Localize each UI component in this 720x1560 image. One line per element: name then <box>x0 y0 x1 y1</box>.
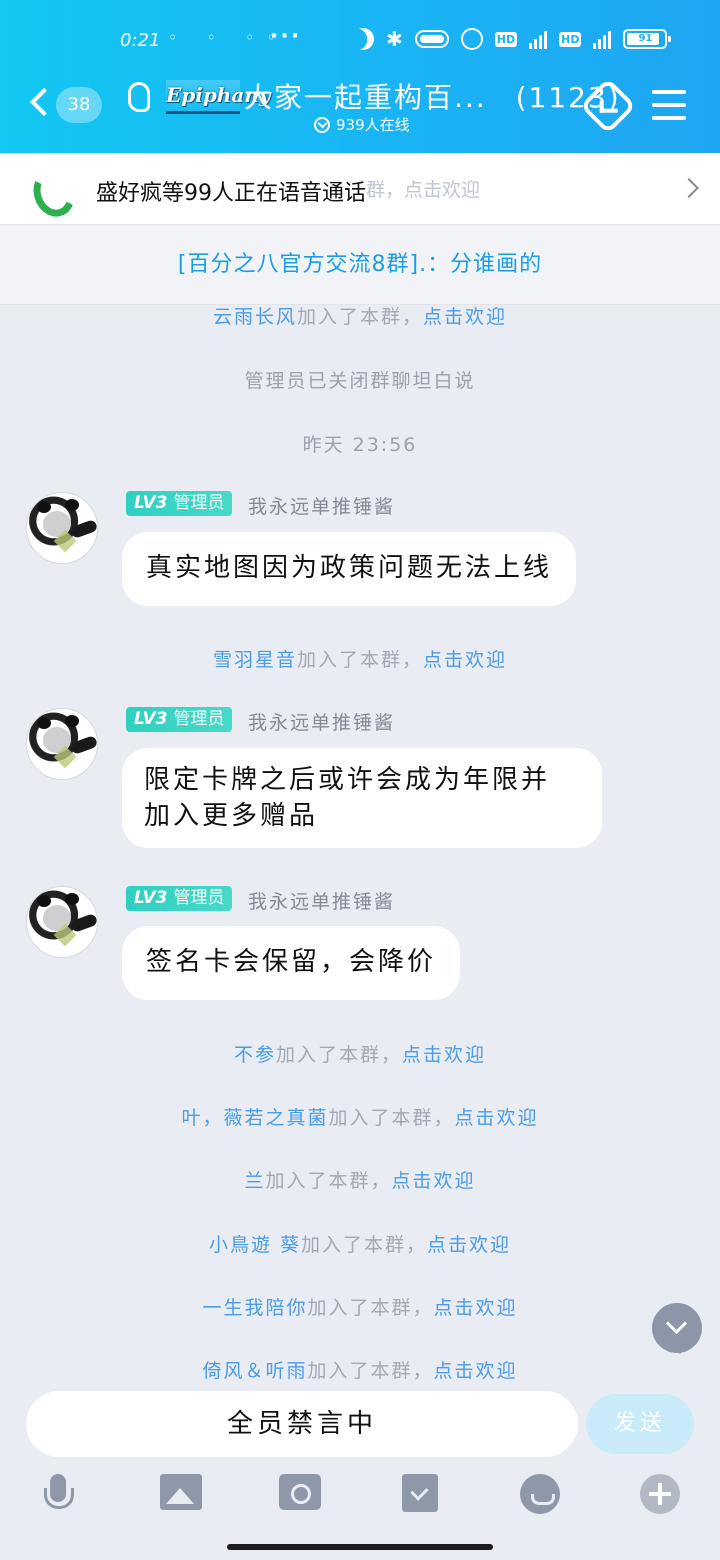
message-bubble[interactable]: 限定卡牌之后或许会成为年限并 加入更多赠品 <box>122 748 602 848</box>
group-title[interactable]: 大家一起重构百... (1123) <box>244 76 621 116</box>
hd-badge: HD <box>559 31 582 47</box>
system-join-notice: 雪羽星音加入了本群，点击欢迎 <box>0 645 720 672</box>
timestamp: 昨天 23:56 <box>302 434 418 456</box>
system-join-notice: 云雨长风加入了本群，点击欢迎 <box>0 302 720 329</box>
unread-count-badge: 38 <box>56 87 102 123</box>
system-join-notice: 倚风＆听雨加入了本群，点击欢迎 <box>0 1356 720 1383</box>
welcome-link[interactable]: 点击欢迎 <box>434 1297 518 1319</box>
voice-call-bar[interactable]: 群，点击欢迎 盛好疯等99人正在语音通话 <box>0 153 720 225</box>
sender-name[interactable]: 我永远单推锤酱 <box>248 887 395 914</box>
level-label: LV3 <box>134 493 168 513</box>
join-action-text: 加入了本群， <box>307 1297 434 1319</box>
chevron-down-icon <box>314 116 330 133</box>
joined-member-name[interactable]: 小鳥遊 葵 <box>209 1234 301 1256</box>
system-join-notice: 叶，薇若之真菌加入了本群，点击欢迎 <box>0 1103 720 1130</box>
battery-level: 91 <box>638 33 653 44</box>
role-label: 管理员 <box>173 888 225 908</box>
bluetooth-icon: ✱ <box>386 27 403 51</box>
signal-icon <box>593 29 612 49</box>
microphone-icon[interactable] <box>42 1474 76 1518</box>
join-action-text: 加入了本群， <box>296 649 423 671</box>
input-toolbar <box>0 1470 720 1520</box>
avatar[interactable] <box>26 708 98 780</box>
status-time: 0:21 <box>120 30 161 51</box>
welcome-link[interactable]: 点击欢迎 <box>455 1107 539 1129</box>
red-packet-icon[interactable] <box>402 1474 438 1512</box>
message-text-line: 加入更多赠品 <box>144 801 319 831</box>
welcome-link[interactable]: 点击欢迎 <box>423 649 507 671</box>
toggle-status-icon <box>414 30 449 48</box>
welcome-link[interactable]: 点击欢迎 <box>423 306 507 328</box>
pinned-text: [百分之八官方交流8群].：分谁画的 <box>177 252 543 277</box>
joined-member-name[interactable]: 一生我陪你 <box>202 1297 307 1319</box>
role-label: 管理员 <box>173 493 225 513</box>
message-input[interactable]: 全员禁言中 <box>26 1391 578 1457</box>
voice-call-text: 盛好疯等99人正在语音通话 <box>96 181 366 206</box>
online-count: 939人在线 <box>336 116 410 134</box>
menu-icon[interactable] <box>652 90 686 120</box>
sender-name[interactable]: 我永远单推锤酱 <box>248 708 395 735</box>
system-join-notice: 一生我陪你加入了本群，点击欢迎 <box>0 1293 720 1320</box>
back-button[interactable]: 38 <box>26 84 106 128</box>
status-bar: 0:21 ◦ ◦ ◦◦ ··· ✱ HD HD 91 <box>0 22 720 62</box>
send-button[interactable]: 发送 <box>586 1394 694 1454</box>
join-action-text: 加入了本群， <box>307 1360 434 1382</box>
joined-member-name[interactable]: 云雨长风 <box>213 306 297 328</box>
pinned-announcement[interactable]: [百分之八官方交流8群].：分谁画的 <box>0 226 720 305</box>
plus-icon[interactable] <box>640 1474 680 1514</box>
do-not-disturb-icon <box>348 24 378 54</box>
call-bar-ghost-text: 群，点击欢迎 <box>366 179 481 201</box>
phone-icon <box>32 169 68 207</box>
role-label: 管理员 <box>173 709 225 729</box>
admin-badge: LV3 管理员 <box>126 886 233 911</box>
signal-icon <box>529 29 548 49</box>
admin-badge: LV3 管理员 <box>126 707 233 732</box>
more-notifications-icon: ··· <box>270 24 302 49</box>
chevron-right-icon <box>679 178 699 198</box>
avatar[interactable] <box>26 886 98 958</box>
back-chevron-icon <box>29 87 59 117</box>
join-action-text: 加入了本群， <box>301 1234 428 1256</box>
sender-name[interactable]: 我永远单推锤酱 <box>248 492 395 519</box>
join-action-text: 加入了本群， <box>296 306 423 328</box>
welcome-link[interactable]: 点击欢迎 <box>392 1170 476 1192</box>
alarm-icon <box>460 28 483 50</box>
message-bubble[interactable]: 真实地图因为政策问题无法上线 <box>122 532 577 606</box>
join-action-text: 加入了本群， <box>328 1107 455 1129</box>
level-label: LV3 <box>134 709 168 729</box>
level-label: LV3 <box>134 888 168 908</box>
earpiece-mode-icon[interactable] <box>128 82 150 112</box>
joined-member-name[interactable]: 不参 <box>234 1044 276 1066</box>
chat-header: 0:21 ◦ ◦ ◦◦ ··· ✱ HD HD 91 38 Epiphany 大… <box>0 0 720 153</box>
group-name: 大家一起重构百... <box>244 81 487 114</box>
join-action-text: 加入了本群， <box>265 1170 392 1192</box>
message-text: 真实地图因为政策问题无法上线 <box>146 553 553 583</box>
camera-icon[interactable] <box>279 1474 321 1510</box>
admin-badge: LV3 管理员 <box>126 491 233 516</box>
welcome-link[interactable]: 点击欢迎 <box>402 1044 486 1066</box>
image-icon[interactable] <box>160 1474 202 1510</box>
system-join-notice: 不参加入了本群，点击欢迎 <box>0 1040 720 1067</box>
joined-member-name[interactable]: 雪羽星音 <box>213 649 297 671</box>
join-action-text: 加入了本群， <box>275 1044 402 1066</box>
emoji-icon[interactable] <box>520 1474 560 1514</box>
joined-member-name[interactable]: 倚风＆听雨 <box>202 1360 307 1382</box>
group-logo: Epiphany <box>166 80 270 114</box>
welcome-link[interactable]: 点击欢迎 <box>434 1360 518 1382</box>
scroll-to-bottom-button[interactable] <box>652 1303 702 1354</box>
home-indicator[interactable] <box>227 1544 493 1550</box>
system-notice: 管理员已关闭群聊坦白说 <box>244 370 476 392</box>
message-bubble[interactable]: 签名卡会保留，会降价 <box>122 926 461 1000</box>
joined-member-name[interactable]: 叶，薇若之真菌 <box>181 1107 328 1129</box>
online-status[interactable]: 939人在线 <box>314 114 410 135</box>
battery-icon: 91 <box>623 29 672 49</box>
system-join-notice: 兰加入了本群，点击欢迎 <box>0 1166 720 1193</box>
hd-badge: HD <box>494 31 518 47</box>
system-join-notice: 小鳥遊 葵加入了本群，点击欢迎 <box>0 1230 720 1257</box>
joined-member-name[interactable]: 兰 <box>244 1170 265 1192</box>
message-text-line: 限定卡牌之后或许会成为年限并 <box>144 765 551 795</box>
avatar[interactable] <box>26 492 98 564</box>
welcome-link[interactable]: 点击欢迎 <box>427 1234 511 1256</box>
message-text: 签名卡会保留，会降价 <box>146 947 437 977</box>
